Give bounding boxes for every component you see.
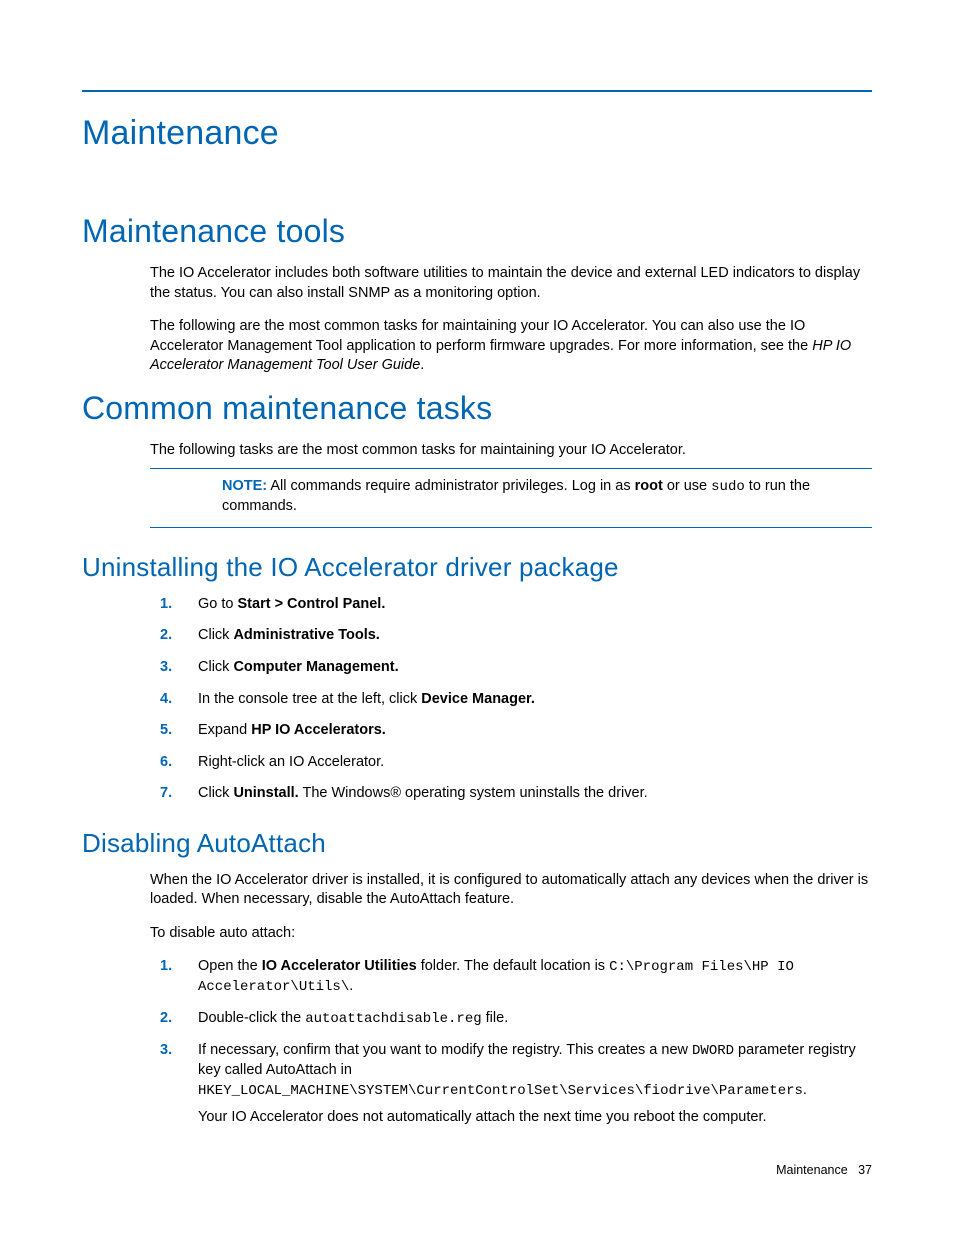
text-bold: Device Manager. [421, 691, 535, 707]
text: . [803, 1082, 807, 1098]
code-inline: autoattachdisable.reg [305, 1011, 481, 1027]
note-label: NOTE: [222, 478, 267, 494]
list-item: Click Uninstall. The Windows® operating … [82, 784, 872, 804]
text: . [349, 978, 353, 994]
page-number: 37 [858, 1163, 872, 1177]
subsection-uninstall-title: Uninstalling the IO Accelerator driver p… [82, 552, 872, 583]
note-text: NOTE: All commands require administrator… [222, 477, 872, 516]
text: Expand [198, 722, 251, 738]
list-item: In the console tree at the left, click D… [82, 690, 872, 710]
text: folder. The default location is [417, 958, 609, 974]
disable-autoattach-steps: Open the IO Accelerator Utilities folder… [82, 957, 872, 1128]
text: All commands require administrator privi… [267, 478, 635, 494]
code-inline: DWORD [692, 1043, 734, 1059]
list-item: Click Administrative Tools. [82, 626, 872, 646]
paragraph: To disable auto attach: [150, 924, 872, 944]
list-item: If necessary, confirm that you want to m… [82, 1041, 872, 1128]
code-inline: sudo [711, 479, 745, 495]
chapter-title: Maintenance [82, 114, 872, 153]
text: or use [663, 478, 711, 494]
section-maintenance-tools-title: Maintenance tools [82, 213, 872, 250]
text-bold: Administrative Tools. [233, 627, 379, 643]
code-inline: HKEY_LOCAL_MACHINE\SYSTEM\CurrentControl… [198, 1083, 803, 1099]
text: Click [198, 785, 233, 801]
page: Maintenance Maintenance tools The IO Acc… [0, 0, 954, 1235]
text: Click [198, 659, 233, 675]
section-maintenance-tools-body: The IO Accelerator includes both softwar… [150, 264, 872, 376]
text: Double-click the [198, 1010, 305, 1026]
list-item: Double-click the autoattachdisable.reg f… [82, 1009, 872, 1029]
text: If necessary, confirm that you want to m… [198, 1042, 692, 1058]
footer-label: Maintenance [776, 1163, 848, 1177]
uninstall-steps: Go to Start > Control Panel. Click Admin… [82, 595, 872, 804]
paragraph: Your IO Accelerator does not automatical… [198, 1108, 872, 1128]
list-item: Right-click an IO Accelerator. [82, 753, 872, 773]
paragraph: The following tasks are the most common … [150, 441, 872, 461]
text-bold: root [635, 478, 663, 494]
list-item: Expand HP IO Accelerators. [82, 721, 872, 741]
text: . [420, 357, 424, 373]
list-item: Go to Start > Control Panel. [82, 595, 872, 615]
text-bold: Computer Management. [233, 659, 398, 675]
page-footer: Maintenance 37 [776, 1163, 872, 1177]
text-bold: Uninstall. [233, 785, 298, 801]
text: Click [198, 627, 233, 643]
text: file. [482, 1010, 509, 1026]
section-common-tasks-title: Common maintenance tasks [82, 390, 872, 427]
text-bold: IO Accelerator Utilities [262, 958, 417, 974]
text-bold: Start > Control Panel. [238, 596, 386, 612]
list-item: Click Computer Management. [82, 658, 872, 678]
note-box: NOTE: All commands require administrator… [150, 468, 872, 527]
text: Right-click an IO Accelerator. [198, 754, 384, 770]
list-item: Open the IO Accelerator Utilities folder… [82, 957, 872, 997]
subsection-disable-autoattach-body: When the IO Accelerator driver is instal… [150, 871, 872, 944]
paragraph: The following are the most common tasks … [150, 317, 872, 376]
text: Go to [198, 596, 238, 612]
text: The Windows® operating system uninstalls… [299, 785, 648, 801]
paragraph: When the IO Accelerator driver is instal… [150, 871, 872, 910]
text-bold: HP IO Accelerators. [251, 722, 386, 738]
text: The following are the most common tasks … [150, 318, 812, 354]
subsection-disable-autoattach-title: Disabling AutoAttach [82, 828, 872, 859]
section-common-tasks-body: The following tasks are the most common … [150, 441, 872, 461]
paragraph: The IO Accelerator includes both softwar… [150, 264, 872, 303]
top-rule [82, 90, 872, 92]
text: Open the [198, 958, 262, 974]
text: In the console tree at the left, click [198, 691, 421, 707]
